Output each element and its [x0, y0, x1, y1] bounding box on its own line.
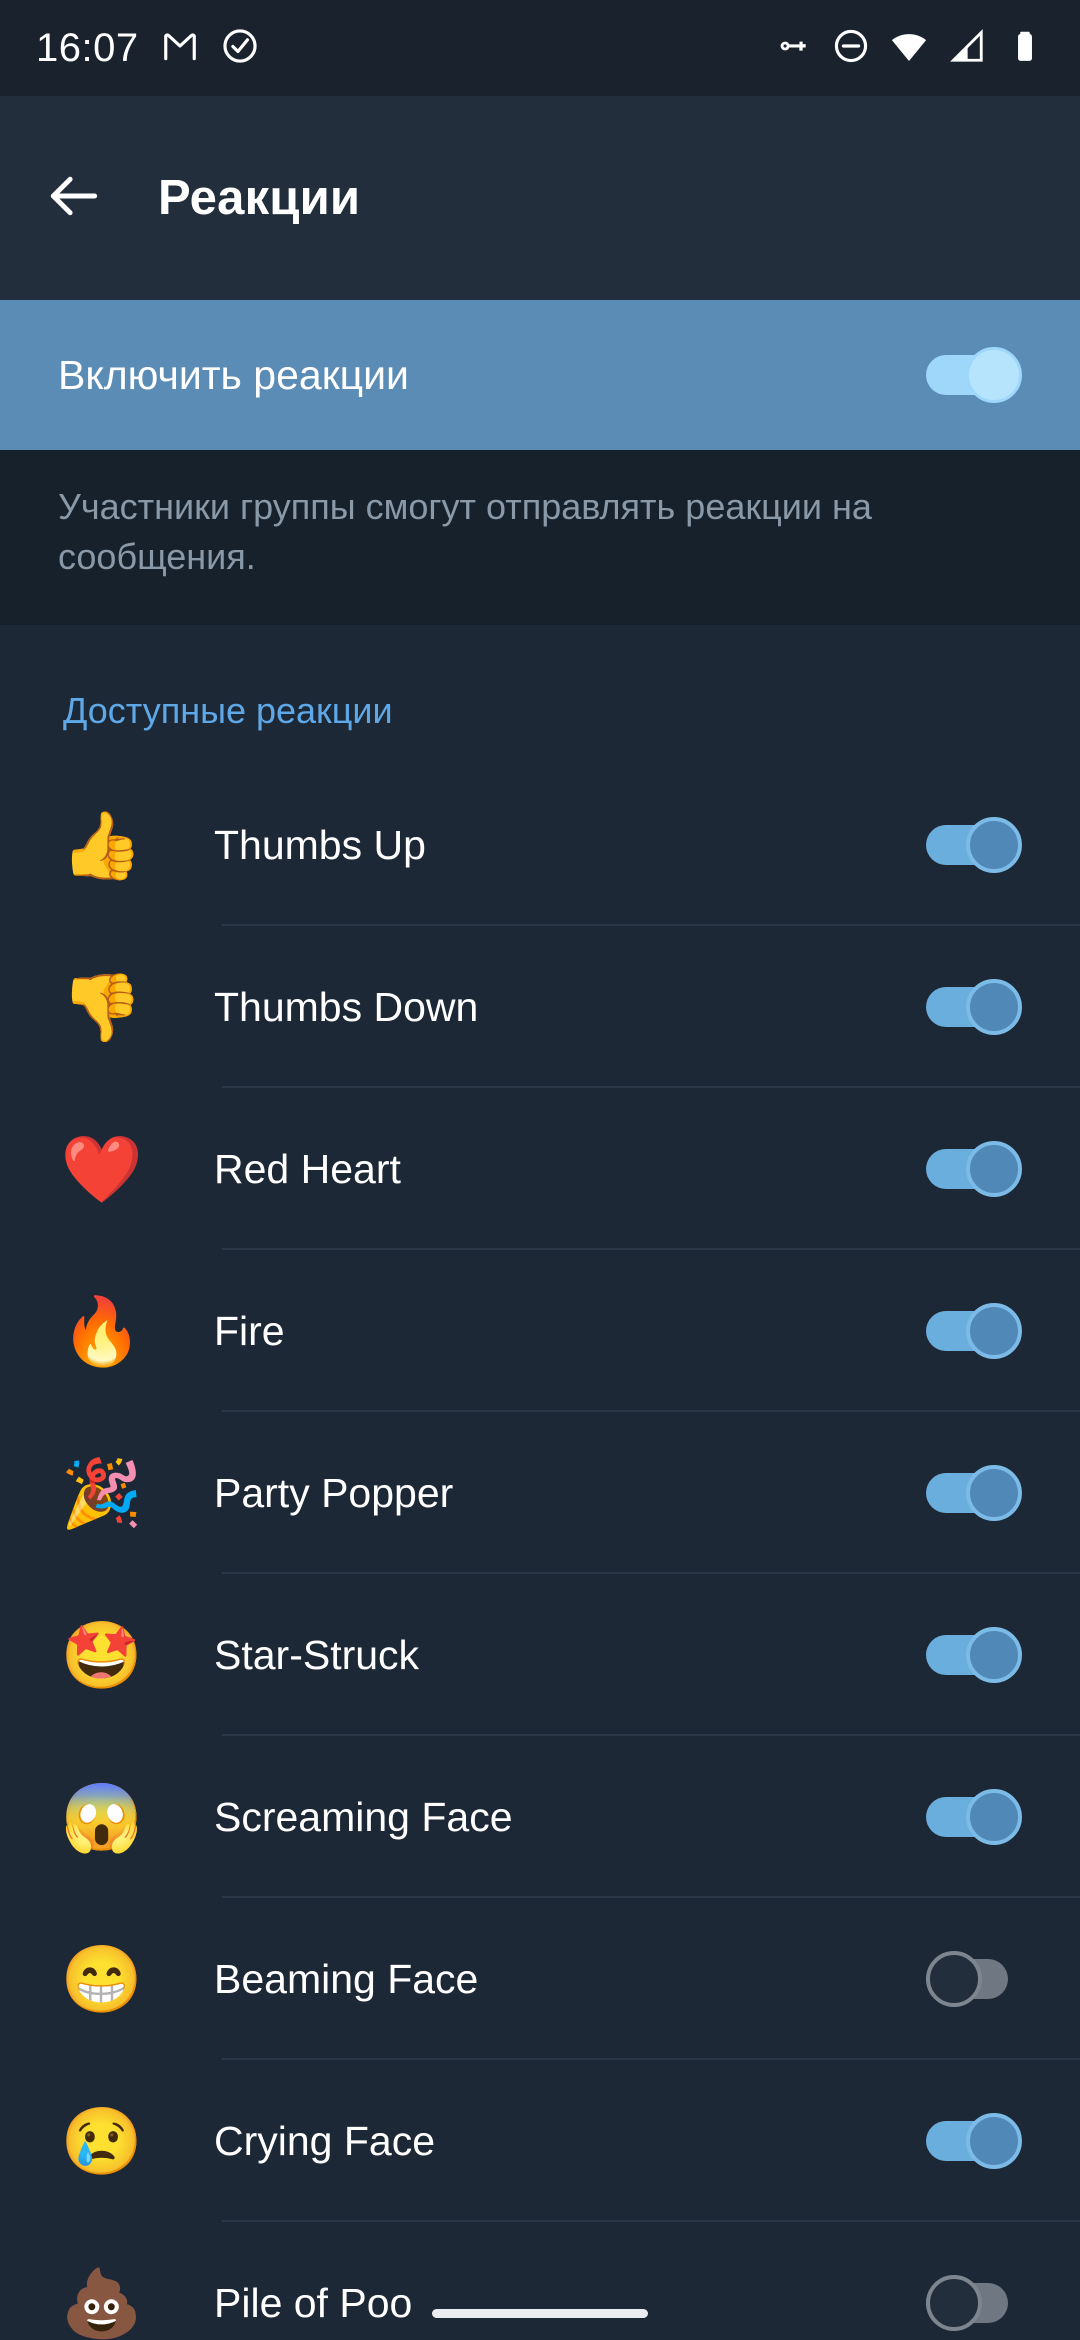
switch-thumb — [966, 1303, 1022, 1359]
switch-thumb — [966, 2113, 1022, 2169]
reaction-switch[interactable] — [926, 1303, 1022, 1359]
description-text: Участники группы смогут отправлять реакц… — [58, 486, 872, 577]
reaction-label: Crying Face — [214, 2117, 436, 2164]
enable-reactions-switch[interactable] — [926, 347, 1022, 403]
available-reactions-section: Доступные реакции 👍 Thumbs Up 👎 Thumbs Down… — [0, 625, 1080, 2340]
do-not-disturb-icon — [832, 27, 870, 70]
reaction-row[interactable]: 😱 Screaming Face — [0, 1736, 1080, 1898]
reaction-label: Fire — [214, 1307, 285, 1354]
switch-thumb — [966, 817, 1022, 873]
status-bar-right-group — [774, 27, 1044, 70]
beaming-face-emoji: 😁 — [60, 1942, 144, 2016]
switch-thumb — [966, 1789, 1022, 1845]
switch-thumb — [926, 1951, 982, 2007]
switch-thumb — [966, 1465, 1022, 1521]
reaction-label: Beaming Face — [214, 1955, 479, 2002]
reaction-switch[interactable] — [926, 1141, 1022, 1197]
reaction-row[interactable]: 👍 Thumbs Up — [0, 764, 1080, 926]
red-heart-emoji: ❤️ — [60, 1132, 144, 1206]
reaction-row[interactable]: ❤️ Red Heart — [0, 1088, 1080, 1250]
reaction-row[interactable]: 👎 Thumbs Down — [0, 926, 1080, 1088]
fire-emoji: 🔥 — [60, 1294, 144, 1368]
reaction-row[interactable]: 🤩 Star-Struck — [0, 1574, 1080, 1736]
vpn-key-icon — [774, 27, 812, 70]
switch-thumb — [966, 979, 1022, 1035]
thumbs-down-emoji: 👎 — [60, 970, 144, 1044]
reaction-row[interactable]: 💩 Pile of Poo — [0, 2222, 1080, 2340]
wifi-icon — [890, 27, 928, 70]
back-arrow-icon — [43, 165, 105, 232]
page-title: Реакции — [158, 171, 361, 225]
reaction-switch[interactable] — [926, 979, 1022, 1035]
back-button[interactable] — [26, 150, 122, 246]
reaction-label: Screaming Face — [214, 1793, 513, 1840]
reaction-switch[interactable] — [926, 817, 1022, 873]
reaction-switch[interactable] — [926, 2275, 1022, 2331]
reaction-switch[interactable] — [926, 1465, 1022, 1521]
switch-thumb — [966, 347, 1022, 403]
status-bar-left-group: 16:07 — [36, 27, 259, 70]
reaction-label: Thumbs Down — [214, 983, 479, 1030]
switch-thumb — [966, 1627, 1022, 1683]
reactions-settings-screen: 16:07 Реакции Включить реакции Участники… — [0, 0, 1080, 2340]
switch-thumb — [966, 1141, 1022, 1197]
reaction-row[interactable]: 😢 Crying Face — [0, 2060, 1080, 2222]
crying-face-emoji: 😢 — [60, 2104, 144, 2178]
reaction-label: Party Popper — [214, 1469, 454, 1516]
reaction-label: Red Heart — [214, 1145, 401, 1192]
reaction-label: Star-Struck — [214, 1631, 420, 1678]
reaction-switch[interactable] — [926, 1627, 1022, 1683]
reaction-row[interactable]: 😁 Beaming Face — [0, 1898, 1080, 2060]
status-bar-clock: 16:07 — [36, 26, 139, 70]
reaction-switch[interactable] — [926, 2113, 1022, 2169]
reaction-switch[interactable] — [926, 1951, 1022, 2007]
reaction-switch[interactable] — [926, 1789, 1022, 1845]
check-circle-icon — [221, 27, 259, 70]
app-bar: Реакции — [0, 96, 1080, 300]
reaction-row[interactable]: 🔥 Fire — [0, 1250, 1080, 1412]
section-header-available-reactions: Доступные реакции — [63, 690, 393, 731]
gmail-m-icon — [161, 27, 199, 70]
screaming-face-emoji: 😱 — [60, 1780, 144, 1854]
description-section: Участники группы смогут отправлять реакц… — [0, 450, 1080, 625]
party-popper-emoji: 🎉 — [60, 1456, 144, 1530]
reaction-list: 👍 Thumbs Up 👎 Thumbs Down ❤️ Red Heart 🔥 Fire 🎉 P… — [0, 764, 1080, 2340]
status-bar: 16:07 — [0, 0, 1080, 96]
battery-icon — [1006, 27, 1044, 70]
reaction-label: Pile of Poo — [214, 2279, 413, 2326]
reaction-label: Thumbs Up — [214, 821, 426, 868]
enable-reactions-row[interactable]: Включить реакции — [0, 300, 1080, 450]
switch-thumb — [926, 2275, 982, 2331]
enable-reactions-label: Включить реакции — [58, 351, 409, 398]
reaction-row[interactable]: 🎉 Party Popper — [0, 1412, 1080, 1574]
star-struck-emoji: 🤩 — [60, 1618, 144, 1692]
pile-of-poo-emoji: 💩 — [60, 2266, 144, 2340]
navigation-bar-pill[interactable] — [432, 2309, 648, 2318]
cellular-signal-icon — [948, 27, 986, 70]
thumbs-up-emoji: 👍 — [60, 808, 144, 882]
